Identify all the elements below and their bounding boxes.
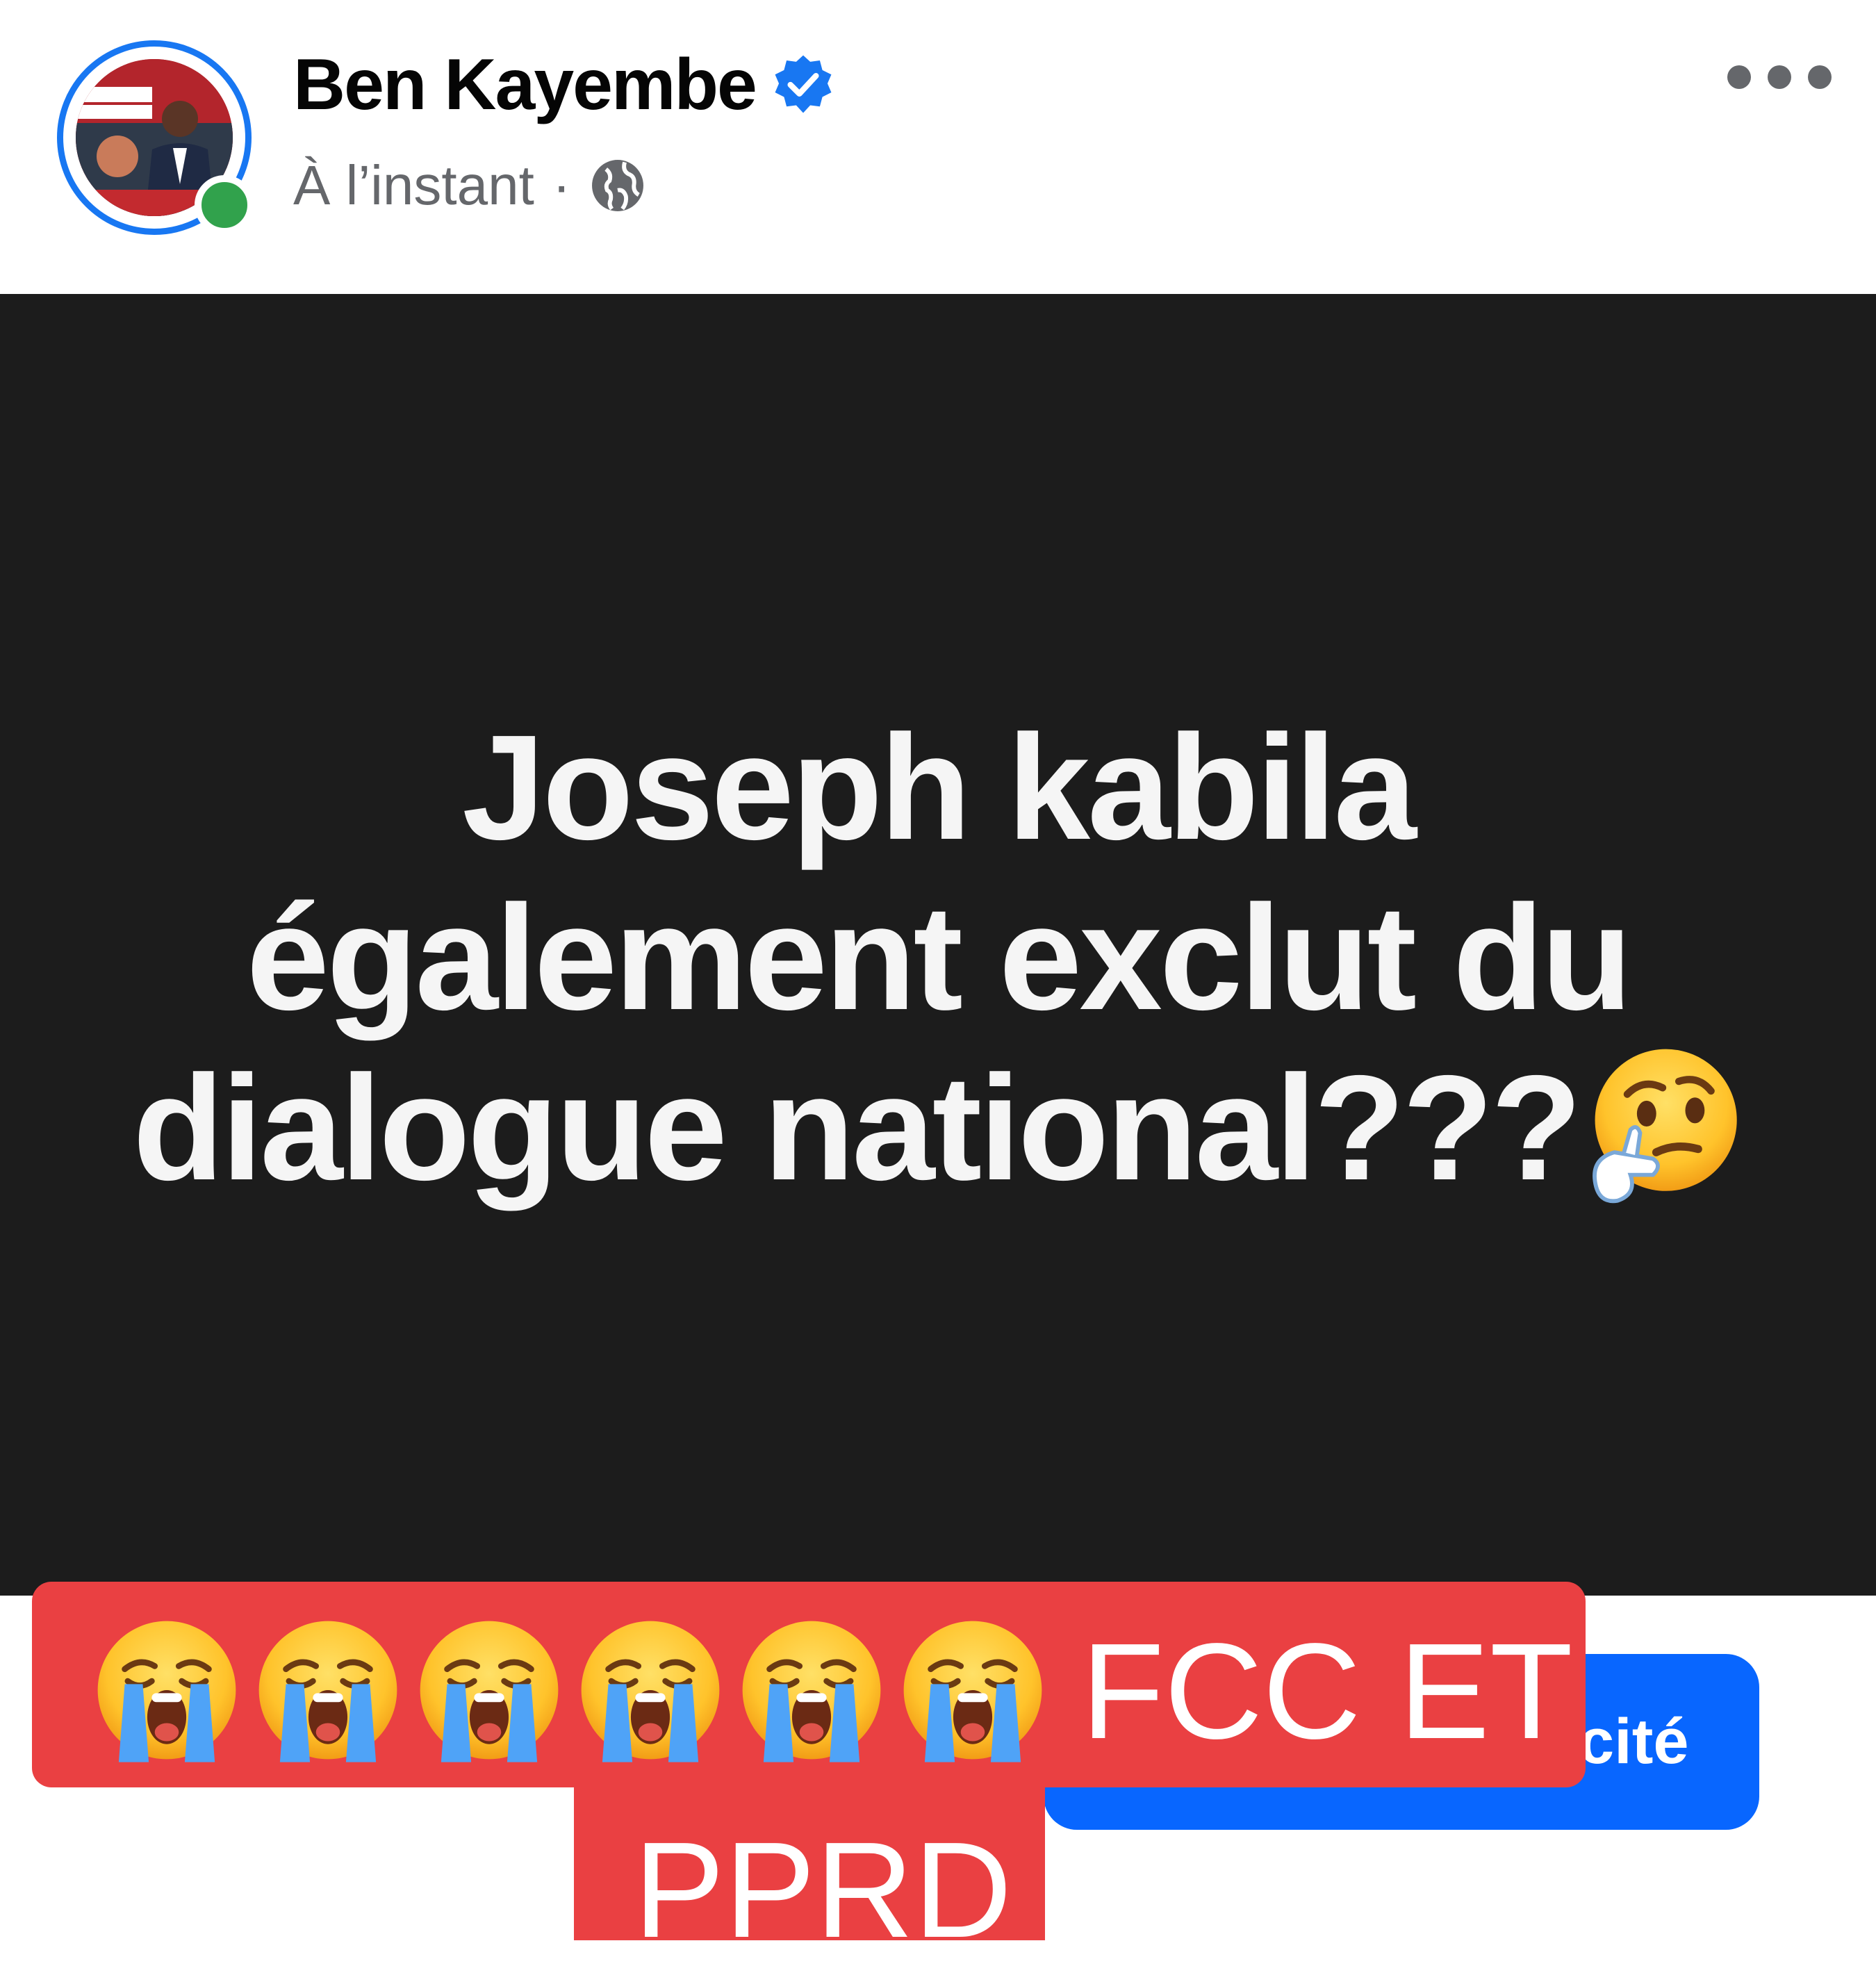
dot bbox=[1808, 65, 1832, 89]
dot bbox=[1727, 65, 1751, 89]
cta-label: cité bbox=[1579, 1706, 1689, 1777]
post-meta: À l’instant · bbox=[293, 147, 647, 224]
verified-badge-icon bbox=[775, 55, 832, 113]
post-header: Ben Kayembe À l’instant · bbox=[0, 0, 1876, 294]
loudly-crying-face-icon bbox=[92, 1615, 242, 1765]
caption-line-1: FCC ET bbox=[1081, 1615, 1573, 1767]
caption-line-2: PPRD bbox=[634, 1814, 1012, 1966]
loudly-crying-face-icon bbox=[414, 1615, 564, 1765]
loudly-crying-face-icon bbox=[575, 1615, 725, 1765]
status-line-2: également exclut du bbox=[246, 874, 1633, 1041]
online-status-indicator bbox=[195, 175, 254, 235]
loudly-crying-face-icon bbox=[737, 1615, 887, 1765]
dot bbox=[1768, 65, 1791, 89]
status-line-3-wrap: dialogue national??? bbox=[104, 1042, 1772, 1213]
status-line-3: dialogue national??? bbox=[133, 1044, 1582, 1211]
status-line-1: Joseph kabila bbox=[462, 703, 1417, 871]
globe-icon[interactable] bbox=[589, 156, 647, 215]
more-options-icon[interactable] bbox=[1727, 60, 1832, 95]
loudly-crying-face-icon bbox=[898, 1615, 1048, 1765]
caption-emoji-row bbox=[92, 1615, 1048, 1765]
author-row: Ben Kayembe bbox=[293, 43, 835, 126]
author-name[interactable]: Ben Kayembe bbox=[293, 44, 757, 126]
post-timestamp[interactable]: À l’instant bbox=[293, 154, 534, 218]
status-text: Joseph kabila également exclut du dialog… bbox=[104, 702, 1772, 1213]
loudly-crying-face-icon bbox=[253, 1615, 403, 1765]
meta-separator: · bbox=[552, 154, 571, 216]
thinking-face-icon bbox=[1593, 1049, 1737, 1204]
